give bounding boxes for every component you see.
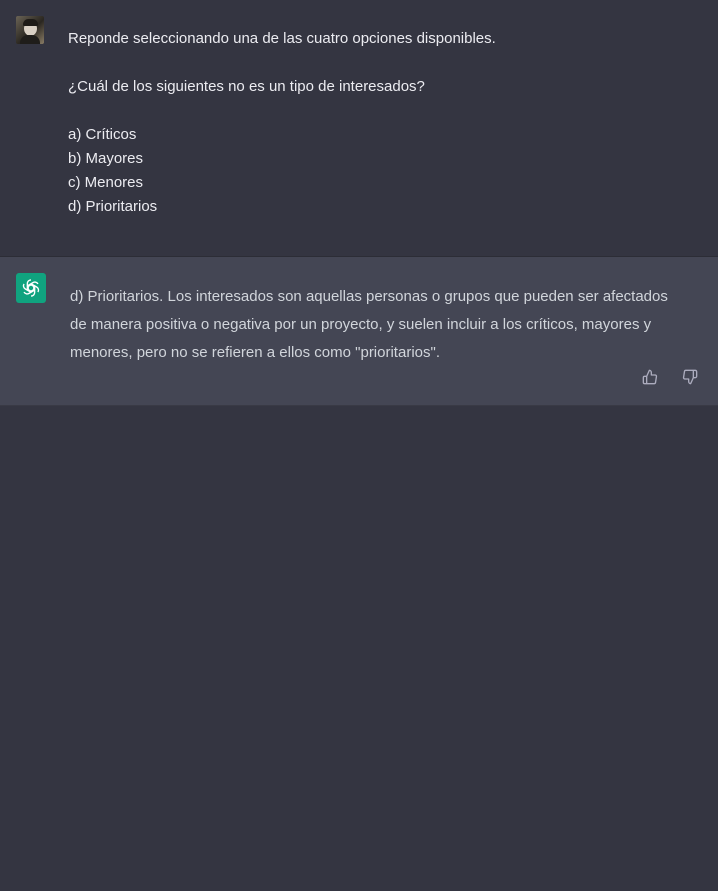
assistant-message-text: d) Prioritarios. Los interesados son aqu… — [70, 283, 710, 367]
assistant-message-line: d) Prioritarios. Los interesados son aqu… — [70, 288, 668, 305]
user-avatar — [16, 16, 44, 44]
openai-logo-icon — [16, 273, 46, 303]
option-c: c) Menores — [68, 174, 144, 191]
assistant-message-row: d) Prioritarios. Los interesados son aqu… — [0, 257, 718, 406]
chat-page: Reponde seleccionando una de las cuatro … — [0, 0, 718, 891]
thumbs-up-icon — [642, 369, 658, 385]
option-a: a) Críticos — [68, 126, 137, 143]
user-message-line: Reponde seleccionando una de las cuatro … — [68, 30, 496, 47]
user-message-line: ¿Cuál de los siguientes no es un tipo de… — [68, 78, 425, 95]
thumbs-down-icon — [682, 369, 698, 385]
option-b: b) Mayores — [68, 150, 144, 167]
assistant-message-line: de manera positiva o negativa por un pro… — [70, 316, 652, 333]
thumbs-up-button[interactable] — [640, 367, 660, 387]
option-d: d) Prioritarios — [68, 198, 158, 215]
user-message-text: Reponde seleccionando una de las cuatro … — [68, 27, 688, 219]
thumbs-down-button[interactable] — [680, 367, 700, 387]
assistant-message-line: menores, pero no se refieren a ellos com… — [70, 344, 440, 361]
user-message-row: Reponde seleccionando una de las cuatro … — [0, 0, 718, 257]
